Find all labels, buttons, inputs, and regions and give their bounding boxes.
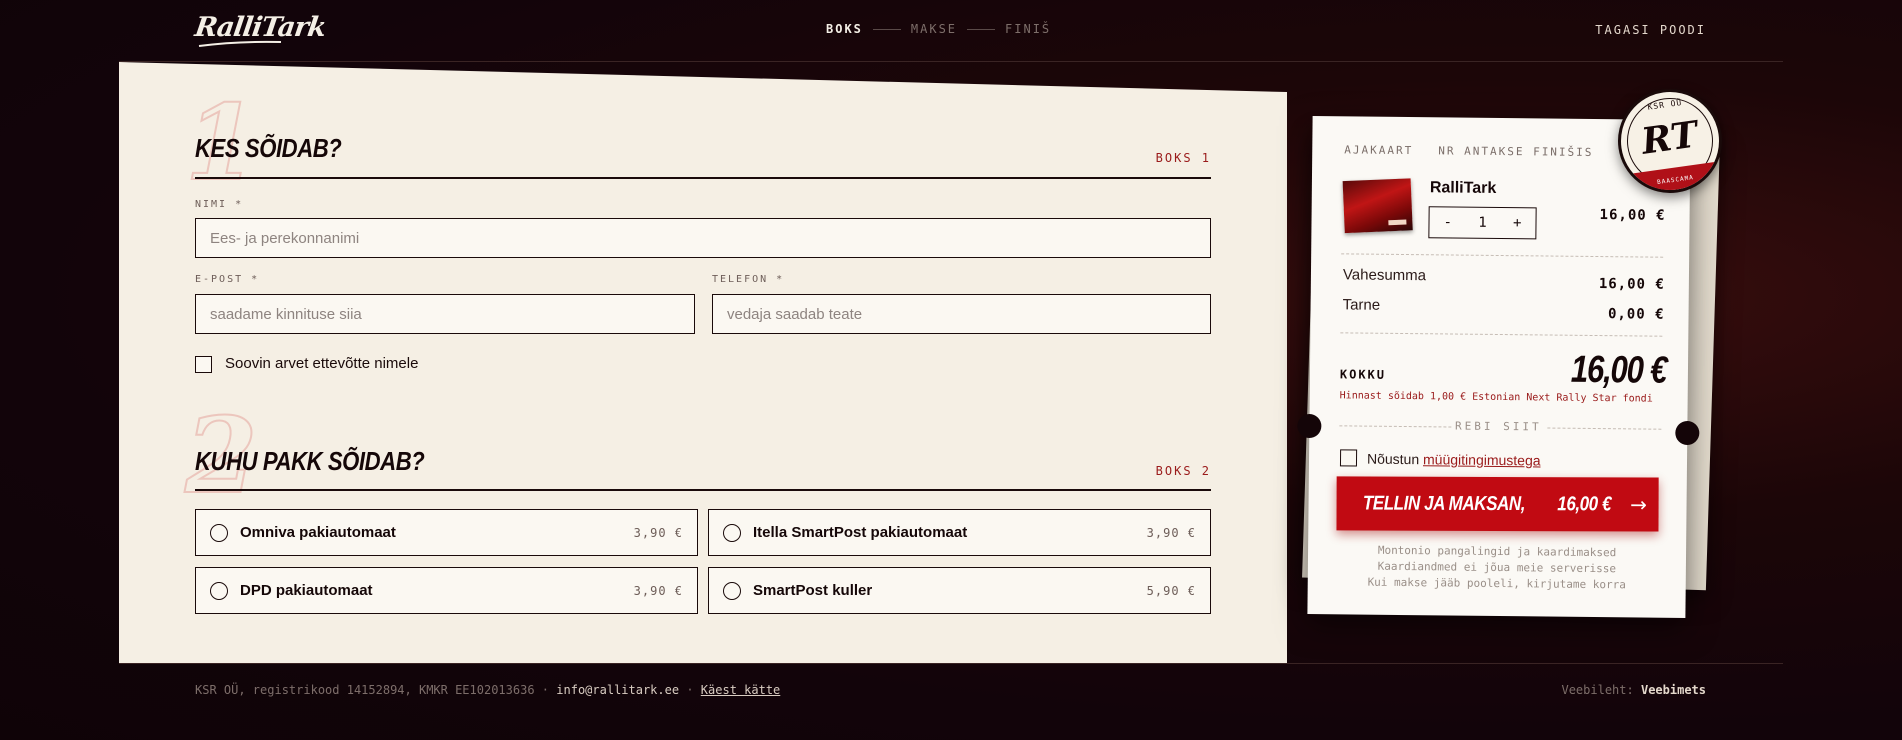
section-rule <box>195 177 1211 179</box>
shipping-option-price: 5,90 € <box>1146 583 1196 598</box>
tear-hole-left <box>1297 413 1322 439</box>
shipping-option-itella[interactable]: Itella SmartPost pakiautomaat 3,90 € <box>708 509 1211 556</box>
terms-link[interactable]: müügitingimustega <box>1423 451 1541 468</box>
shipping-option-name: Omniva pakiautomaat <box>240 524 396 541</box>
top-bar: RalliTark BOKS MAKSE FINIŠ TAGASI POODI <box>0 0 1902 62</box>
email-label: E-POST * <box>195 274 260 285</box>
shipping-option-omniva[interactable]: Omniva pakiautomaat 3,90 € <box>195 509 698 556</box>
step-divider <box>967 28 996 30</box>
section-shipping: 2 KUHU PAKK SÕIDAB? BOKS 2 Omniva pakiau… <box>184 403 1211 618</box>
receipt-divider <box>1341 253 1664 258</box>
phone-label: TELEFON * <box>712 274 785 285</box>
product-name: RalliTark <box>1429 179 1497 197</box>
receipt-divider <box>1340 332 1663 337</box>
shipping-option-name: DPD pakiautomaat <box>240 582 373 599</box>
footer-divider <box>119 663 1783 664</box>
total-label: KOKKU <box>1339 367 1387 382</box>
section-box-label: BOKS 1 <box>1155 151 1211 165</box>
product-thumbnail <box>1342 178 1413 234</box>
charity-note: Hinnast sõidab 1,00 € Estonian Next Rall… <box>1339 390 1653 405</box>
header-divider <box>119 61 1783 62</box>
shipping-option-smartpost-courier[interactable]: SmartPost kuller 5,90 € <box>708 567 1211 614</box>
pay-button-label: TELLIN JA MAKSAN, <box>1362 492 1525 515</box>
tear-hole-right <box>1675 420 1700 446</box>
step-divider <box>872 28 901 30</box>
quantity-value: 1 <box>1478 214 1487 231</box>
step-finis: FINIŠ <box>1005 22 1052 36</box>
payment-note: Montonio pangalingid ja kaardimaksed <box>1377 543 1617 560</box>
shipping-option-price: 3,90 € <box>1146 525 1196 540</box>
checkout-steps: BOKS MAKSE FINIŠ <box>826 22 1051 36</box>
tear-here-label: REBI SIIT <box>1454 419 1542 434</box>
radio-button[interactable] <box>723 581 741 600</box>
step-boks: BOKS <box>826 22 863 36</box>
terms-label: Nõustun müügitingimustega <box>1366 450 1541 469</box>
shipping-option-price: 3,90 € <box>633 583 683 598</box>
radio-button[interactable] <box>210 581 228 600</box>
section-rule <box>195 489 1211 491</box>
subtotal-label: Vahesumma <box>1342 266 1427 285</box>
subtotal-value: 16,00 € <box>1598 276 1665 293</box>
shipping-option-name: Itella SmartPost pakiautomaat <box>753 524 968 541</box>
name-input[interactable] <box>195 218 1211 258</box>
footer-link[interactable]: Käest kätte <box>701 683 780 697</box>
shipping-option-name: SmartPost kuller <box>753 582 873 599</box>
terms-checkbox[interactable] <box>1339 449 1358 467</box>
shipping-value: 0,00 € <box>1607 306 1665 323</box>
company-invoice-label[interactable]: Soovin arvet ettevõtte nimele <box>225 355 418 372</box>
rt-stamp-badge: KSR OÜ RT BAASCAMA <box>1611 82 1729 200</box>
shipping-label: Tarne <box>1342 296 1381 314</box>
website-credit-link[interactable]: Veebimets <box>1641 683 1706 697</box>
email-input[interactable] <box>195 294 695 334</box>
shipping-option-dpd[interactable]: DPD pakiautomaat 3,90 € <box>195 567 698 614</box>
decrease-quantity-button[interactable]: - <box>1443 214 1452 230</box>
product-price: 16,00 € <box>1599 207 1666 224</box>
company-invoice-checkbox[interactable] <box>195 356 212 373</box>
name-label: NIMI * <box>195 199 244 210</box>
receipt-head-left: AJAKAART <box>1344 143 1414 158</box>
section-contact: 1 KES SÕIDAB? BOKS 1 NIMI * E-POST * TEL… <box>184 90 1211 375</box>
step-makse: MAKSE <box>910 22 958 36</box>
section-title: KUHU PAKK SÕIDAB? <box>195 446 425 476</box>
radio-button[interactable] <box>723 523 741 542</box>
section-title: KES SÕIDAB? <box>195 133 342 163</box>
footer-credit: Veebileht: Veebimets <box>1561 683 1706 697</box>
quantity-stepper[interactable]: - 1 + <box>1428 206 1537 240</box>
total-value: 16,00 € <box>1570 348 1667 392</box>
phone-input[interactable] <box>712 294 1211 334</box>
shipping-option-price: 3,90 € <box>633 525 683 540</box>
footer-email-link[interactable]: info@rallitark.ee <box>556 683 679 697</box>
rallitark-logo[interactable]: RalliTark <box>193 12 328 48</box>
arrow-right-icon: → <box>1630 492 1647 517</box>
logo-swoosh-icon <box>198 40 282 47</box>
section-box-label: BOKS 2 <box>1155 464 1211 478</box>
radio-button[interactable] <box>210 523 228 542</box>
payment-note: Kui makse jääb pooleli, kirjutame korra <box>1367 575 1626 592</box>
payment-note: Kaardiandmed ei jõua meie serverisse <box>1377 559 1617 576</box>
back-to-shop-link[interactable]: TAGASI POODI <box>1595 23 1706 37</box>
footer-company-info: KSR OÜ, registrikood 14152894, KMKR EE10… <box>195 683 781 697</box>
receipt-head-right: NR ANTAKSE FINIŠIS <box>1438 144 1594 159</box>
pay-button-amount: 16,00 € <box>1557 492 1612 515</box>
pay-button[interactable]: TELLIN JA MAKSAN, 16,00 € → <box>1336 476 1659 532</box>
increase-quantity-button[interactable]: + <box>1513 215 1522 231</box>
